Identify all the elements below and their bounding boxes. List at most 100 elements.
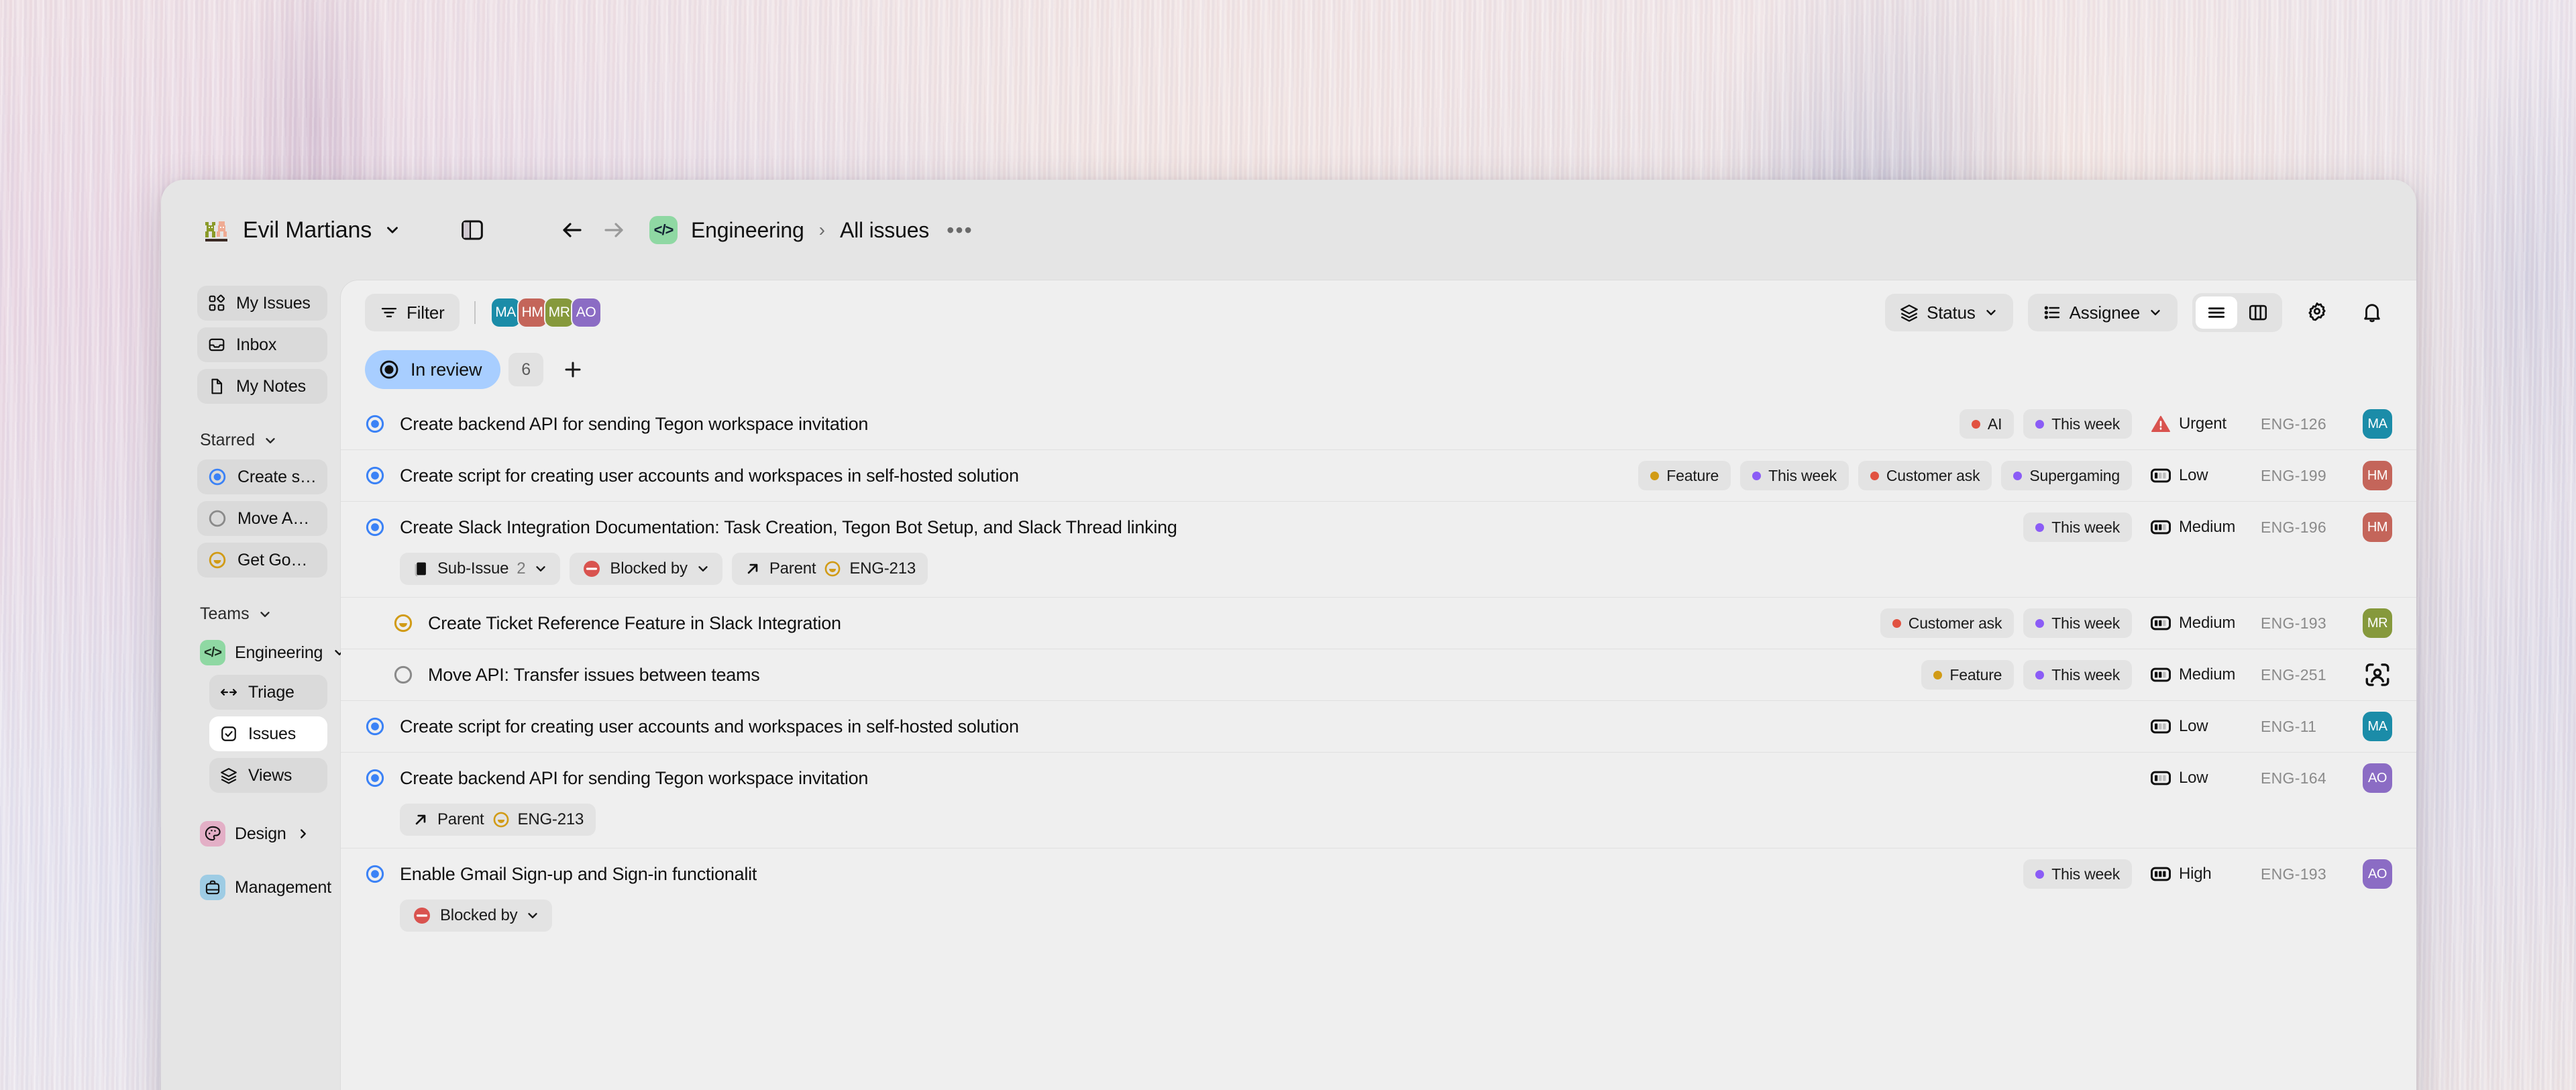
issue-assignee-avatar[interactable]: HM bbox=[2363, 461, 2392, 490]
issue-row-main[interactable]: Create script for creating user accounts… bbox=[365, 450, 2392, 501]
issue-assignee-avatar[interactable]: AO bbox=[2363, 859, 2392, 889]
list-view-button[interactable] bbox=[2196, 296, 2237, 329]
issue-priority[interactable]: Urgent bbox=[2151, 415, 2251, 433]
breadcrumb-team-label[interactable]: Engineering bbox=[691, 218, 804, 243]
issue-row-main[interactable]: Enable Gmail Sign-up and Sign-in functio… bbox=[365, 849, 2392, 900]
issue-assignee-avatar[interactable]: MR bbox=[2363, 608, 2392, 638]
sidebar-item-views[interactable]: Views bbox=[209, 758, 327, 793]
priority-level-3-icon bbox=[2151, 867, 2171, 881]
issue-relation-parent[interactable]: Parent ENG-213 bbox=[400, 804, 596, 836]
nav-forward-button[interactable] bbox=[593, 211, 635, 249]
issue-row[interactable]: Enable Gmail Sign-up and Sign-in functio… bbox=[341, 848, 2416, 944]
issue-row-main[interactable]: Create Ticket Reference Feature in Slack… bbox=[365, 598, 2392, 649]
priority-label: Medium bbox=[2179, 614, 2236, 632]
issue-priority[interactable]: Medium bbox=[2151, 614, 2251, 633]
add-issue-button[interactable] bbox=[555, 352, 590, 387]
starred-header-label: Starred bbox=[200, 431, 255, 449]
window-body: My Issues Inbox My Notes Starred Create … bbox=[161, 280, 2416, 1090]
sidebar-team-management[interactable]: Management bbox=[197, 872, 351, 903]
issue-assignee-avatar[interactable]: MA bbox=[2363, 409, 2392, 439]
issue-priority[interactable]: Low bbox=[2151, 769, 2251, 787]
issue-assignee-unassigned[interactable] bbox=[2363, 660, 2392, 690]
sidebar-item-issues[interactable]: Issues bbox=[209, 716, 327, 751]
avatar[interactable]: MR bbox=[543, 297, 575, 328]
avatar[interactable]: MA bbox=[490, 297, 521, 328]
issue-title: Move API: Transfer issues between teams bbox=[428, 664, 760, 685]
issue-label-pill[interactable]: This week bbox=[1740, 461, 1849, 490]
sidebar-team-design[interactable]: Design bbox=[197, 818, 327, 849]
issue-label-pill[interactable]: Feature bbox=[1921, 660, 2015, 690]
issue-label-pill[interactable]: This week bbox=[2023, 409, 2132, 439]
nav-back-button[interactable] bbox=[551, 211, 593, 249]
issue-priority[interactable]: High bbox=[2151, 865, 2251, 883]
issue-row-main[interactable]: Create Slack Integration Documentation: … bbox=[365, 502, 2392, 553]
breadcrumb-more-button[interactable]: ••• bbox=[943, 218, 977, 243]
sidebar-section-teams[interactable]: Teams bbox=[200, 604, 327, 624]
sidebar-item-inbox[interactable]: Inbox bbox=[197, 327, 327, 362]
issue-relation-sub-issue[interactable]: Sub-Issue 2 bbox=[400, 553, 561, 585]
workspace-switcher[interactable]: Evil Martians bbox=[197, 211, 464, 249]
issue-assignee-avatar[interactable]: HM bbox=[2363, 512, 2392, 542]
issue-relation-blocked-by[interactable]: Blocked by bbox=[400, 900, 553, 932]
issue-row[interactable]: Move API: Transfer issues between teams F… bbox=[341, 649, 2416, 700]
sidebar-team-engineering[interactable]: </> Engineering bbox=[197, 637, 344, 668]
issue-priority[interactable]: Low bbox=[2151, 717, 2251, 736]
settings-button[interactable] bbox=[2297, 292, 2337, 333]
issue-row-main[interactable]: Move API: Transfer issues between teams F… bbox=[365, 649, 2392, 700]
issue-priority[interactable]: Medium bbox=[2151, 665, 2251, 684]
label-text: Supergaming bbox=[2029, 466, 2120, 484]
filter-button[interactable]: Filter bbox=[365, 294, 460, 331]
issue-priority[interactable]: Low bbox=[2151, 466, 2251, 485]
issue-row-main[interactable]: Create backend API for sending Tegon wor… bbox=[365, 753, 2392, 804]
issue-label-pill[interactable]: This week bbox=[2023, 859, 2132, 889]
issue-assignee-avatar[interactable]: MA bbox=[2363, 712, 2392, 741]
issue-assignee-avatar[interactable]: AO bbox=[2363, 763, 2392, 793]
issue-label-pill[interactable]: AI bbox=[1959, 409, 2015, 439]
issue-relation-blocked-by[interactable]: Blocked by bbox=[570, 553, 722, 585]
issue-label-pill[interactable]: Customer ask bbox=[1880, 608, 2015, 638]
issue-row-main[interactable]: Create script for creating user accounts… bbox=[365, 701, 2392, 752]
priority-level-1-icon bbox=[2151, 719, 2171, 734]
status-grouping-button[interactable]: Status bbox=[1885, 294, 2013, 331]
relation-label: Parent bbox=[437, 810, 484, 828]
notifications-button[interactable] bbox=[2352, 292, 2392, 333]
breadcrumb-team-icon[interactable]: </> bbox=[649, 216, 678, 244]
issue-id: ENG-11 bbox=[2261, 717, 2317, 735]
issue-row[interactable]: Create Ticket Reference Feature in Slack… bbox=[341, 597, 2416, 649]
assignee-avatar-stack[interactable]: MA HM MR AO bbox=[490, 297, 602, 328]
sidebar-starred-item-1[interactable]: Create script for creati… bbox=[197, 459, 327, 494]
avatar[interactable]: HM bbox=[517, 297, 548, 328]
issue-row[interactable]: Create backend API for sending Tegon wor… bbox=[341, 752, 2416, 848]
board-view-button[interactable] bbox=[2237, 296, 2279, 329]
sidebar-item-my-issues[interactable]: My Issues bbox=[197, 286, 327, 321]
issue-label-pill[interactable]: Customer ask bbox=[1858, 461, 1992, 490]
sidebar-starred-item-3[interactable]: Get Google Oauth app… bbox=[197, 543, 327, 578]
issue-relation-parent[interactable]: Parent ENG-213 bbox=[731, 553, 928, 585]
sidebar-item-my-notes[interactable]: My Notes bbox=[197, 369, 327, 404]
issue-row[interactable]: Create script for creating user accounts… bbox=[341, 700, 2416, 752]
issue-row-main[interactable]: Create backend API for sending Tegon wor… bbox=[365, 398, 2392, 449]
status-in-review-icon bbox=[366, 518, 384, 537]
relation-label: Sub-Issue bbox=[437, 559, 509, 578]
assignee-grouping-button[interactable]: Assignee bbox=[2027, 294, 2178, 331]
issue-label-pill[interactable]: This week bbox=[2023, 660, 2132, 690]
issue-label-pill[interactable]: Feature bbox=[1638, 461, 1731, 490]
issue-row[interactable]: Create backend API for sending Tegon wor… bbox=[341, 398, 2416, 449]
issue-row-meta: This week Medium ENG-196 HM bbox=[2003, 512, 2392, 542]
sidebar-item-triage[interactable]: Triage bbox=[209, 675, 327, 710]
breadcrumb-page-label[interactable]: All issues bbox=[840, 218, 929, 243]
sidebar-panel-toggle[interactable] bbox=[452, 210, 492, 250]
issue-priority[interactable]: Medium bbox=[2151, 518, 2251, 537]
issue-row[interactable]: Create script for creating user accounts… bbox=[341, 449, 2416, 501]
avatar[interactable]: AO bbox=[570, 297, 602, 328]
issue-row[interactable]: Create Slack Integration Documentation: … bbox=[341, 501, 2416, 597]
assignee-label: Assignee bbox=[2069, 302, 2141, 323]
issue-label-pill[interactable]: Supergaming bbox=[2001, 461, 2132, 490]
issue-label-pill[interactable]: This week bbox=[2023, 608, 2132, 638]
group-status-pill[interactable]: In review bbox=[365, 350, 501, 389]
sidebar-section-starred[interactable]: Starred bbox=[200, 431, 327, 450]
issue-row-meta: Low ENG-164 AO bbox=[2121, 763, 2392, 793]
issue-list[interactable]: Create backend API for sending Tegon wor… bbox=[341, 398, 2416, 1090]
sidebar-starred-item-2[interactable]: Move API: Transfer issu… bbox=[197, 501, 327, 536]
issue-label-pill[interactable]: This week bbox=[2023, 512, 2132, 542]
